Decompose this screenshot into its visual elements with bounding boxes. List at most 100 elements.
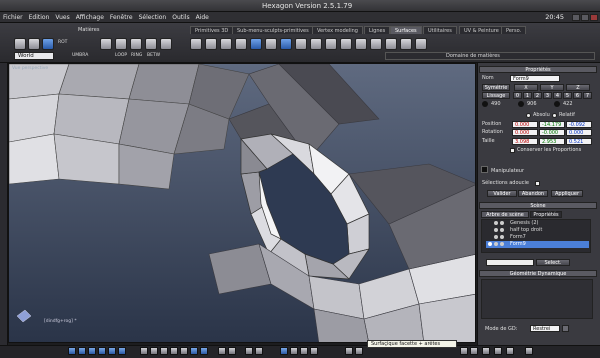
surface-tool-6-icon[interactable] xyxy=(265,38,277,50)
coordinate-space-select[interactable]: World xyxy=(14,52,54,60)
tab-primitives-3d[interactable]: Primitives 3D xyxy=(190,26,234,34)
chevron-down-icon[interactable] xyxy=(562,325,569,332)
appliquer-button[interactable]: Appliquer xyxy=(551,190,583,197)
layout-7-icon[interactable] xyxy=(200,347,208,355)
render-mode-4-icon[interactable] xyxy=(470,347,478,355)
surface-tool-8-icon[interactable] xyxy=(295,38,307,50)
auto-mode-icon[interactable] xyxy=(160,38,172,50)
materials-domain-bar[interactable]: Domaine de matières xyxy=(385,52,595,60)
tab-vertex-modeling[interactable]: Vertex modeling xyxy=(312,26,363,34)
smooth-level-5[interactable]: 5 xyxy=(563,92,572,99)
menu-fenetre[interactable]: Fenêtre xyxy=(107,12,136,21)
snap-icon[interactable] xyxy=(245,347,253,355)
menu-edition[interactable]: Edition xyxy=(26,12,53,21)
layout-3-icon[interactable] xyxy=(160,347,168,355)
loop-button[interactable]: LOOP xyxy=(115,53,127,58)
visibility-icon[interactable] xyxy=(488,242,492,246)
view-front-icon[interactable] xyxy=(78,347,86,355)
minimize-button[interactable] xyxy=(572,14,580,21)
sym-y-button[interactable]: Y xyxy=(540,84,564,91)
scene-item-genesis[interactable]: Genesis (2) xyxy=(486,220,589,227)
surface-tool-2-icon[interactable] xyxy=(205,38,217,50)
smooth-level-6[interactable]: 6 xyxy=(573,92,582,99)
visibility-icon[interactable] xyxy=(494,228,498,232)
close-button[interactable] xyxy=(590,14,598,21)
sym-x-button[interactable]: X xyxy=(514,84,538,91)
lock-icon[interactable] xyxy=(500,228,504,232)
smooth-level-0[interactable]: 0 xyxy=(513,92,522,99)
scene-filter-input[interactable] xyxy=(486,259,534,266)
surface-tool-10-icon[interactable] xyxy=(325,38,337,50)
menu-selection[interactable]: Sélection xyxy=(136,12,170,21)
menu-outils[interactable]: Outils xyxy=(169,12,192,21)
maximize-button[interactable] xyxy=(581,14,589,21)
layout-1-icon[interactable] xyxy=(140,347,148,355)
surface-tool-16-icon[interactable] xyxy=(415,38,427,50)
smooth-level-1[interactable]: 1 xyxy=(523,92,532,99)
lasso-tool-icon[interactable] xyxy=(28,38,40,50)
tab-lignes[interactable]: Lignes xyxy=(364,26,391,34)
camera-icon[interactable] xyxy=(525,347,533,355)
position-y-field[interactable]: -14.179 xyxy=(539,121,565,128)
vertex-mode-icon[interactable] xyxy=(100,38,112,50)
rotation-y-field[interactable]: -0.000 xyxy=(539,129,565,136)
surface-tool-13-icon[interactable] xyxy=(370,38,382,50)
zoom-icon[interactable] xyxy=(300,347,308,355)
view-top-icon[interactable] xyxy=(68,347,76,355)
lock-icon[interactable] xyxy=(494,242,498,246)
move-tool-icon[interactable] xyxy=(42,38,54,50)
symetrie-button[interactable]: Symétrie xyxy=(482,84,510,91)
surface-tool-3-icon[interactable] xyxy=(220,38,232,50)
position-z-field[interactable]: -0.092 xyxy=(566,121,592,128)
manipulator-icon[interactable] xyxy=(481,166,488,173)
surface-tool-5-icon[interactable] xyxy=(250,38,262,50)
magnet-icon[interactable] xyxy=(255,347,263,355)
view-camera-icon[interactable] xyxy=(108,347,116,355)
scene-item-form7[interactable]: Form7 xyxy=(486,234,589,241)
surface-tool-11-icon[interactable] xyxy=(340,38,352,50)
conserver-proportions-checkbox[interactable] xyxy=(510,148,515,153)
smooth-level-7[interactable]: 7 xyxy=(583,92,592,99)
gd-mode-select[interactable]: Restrei xyxy=(530,325,560,332)
surface-tool-1-icon[interactable] xyxy=(190,38,202,50)
3d-viewport[interactable] xyxy=(8,63,476,343)
view-side-icon[interactable] xyxy=(88,347,96,355)
valider-button[interactable]: Valider xyxy=(487,190,517,197)
smooth-level-4[interactable]: 4 xyxy=(553,92,562,99)
render-mode-5-icon[interactable] xyxy=(482,347,490,355)
surface-tool-7-icon[interactable] xyxy=(280,38,292,50)
material-icon[interactable] xyxy=(500,242,504,246)
layout-6-icon[interactable] xyxy=(190,347,198,355)
edge-mode-icon[interactable] xyxy=(115,38,127,50)
absolu-radio[interactable] xyxy=(526,113,531,118)
tab-sub-menu-sculpts[interactable]: Sub-menu-sculpts-primitives xyxy=(232,26,314,34)
tab-arbre-de-scene[interactable]: Arbre de scène xyxy=(481,211,529,218)
smooth-level-2[interactable]: 2 xyxy=(533,92,542,99)
rotate-view-icon[interactable] xyxy=(290,347,298,355)
select-button[interactable]: Select. xyxy=(536,259,570,266)
lock-icon[interactable] xyxy=(500,221,504,225)
layout-2-icon[interactable] xyxy=(150,347,158,355)
render-mode-1-icon[interactable] xyxy=(345,347,353,355)
face-mode-icon[interactable] xyxy=(130,38,142,50)
visibility-icon[interactable] xyxy=(494,235,498,239)
frame-icon[interactable] xyxy=(310,347,318,355)
lissage-button[interactable]: Lissage xyxy=(482,92,510,99)
select-tool-icon[interactable] xyxy=(14,38,26,50)
layout-5-icon[interactable] xyxy=(180,347,188,355)
surface-tool-14-icon[interactable] xyxy=(385,38,397,50)
surface-tool-9-icon[interactable] xyxy=(310,38,322,50)
surface-tool-4-icon[interactable] xyxy=(235,38,247,50)
size-y-field[interactable]: 2.953 xyxy=(539,138,565,145)
scene-item-half-top-droit[interactable]: half top droit xyxy=(486,227,589,234)
tab-scene-properties[interactable]: Propriétés xyxy=(530,211,562,218)
size-x-field[interactable]: 3.098 xyxy=(512,138,538,145)
name-field[interactable]: Form9 xyxy=(510,75,560,82)
relatif-radio[interactable] xyxy=(552,113,557,118)
rotation-x-field[interactable]: 0.000 xyxy=(512,129,538,136)
selections-adoucie-checkbox[interactable] xyxy=(535,181,540,186)
render-mode-2-icon[interactable] xyxy=(355,347,363,355)
render-mode-7-icon[interactable] xyxy=(506,347,514,355)
scene-item-form9[interactable]: Form9 xyxy=(486,241,589,248)
sym-z-button[interactable]: Z xyxy=(566,84,590,91)
